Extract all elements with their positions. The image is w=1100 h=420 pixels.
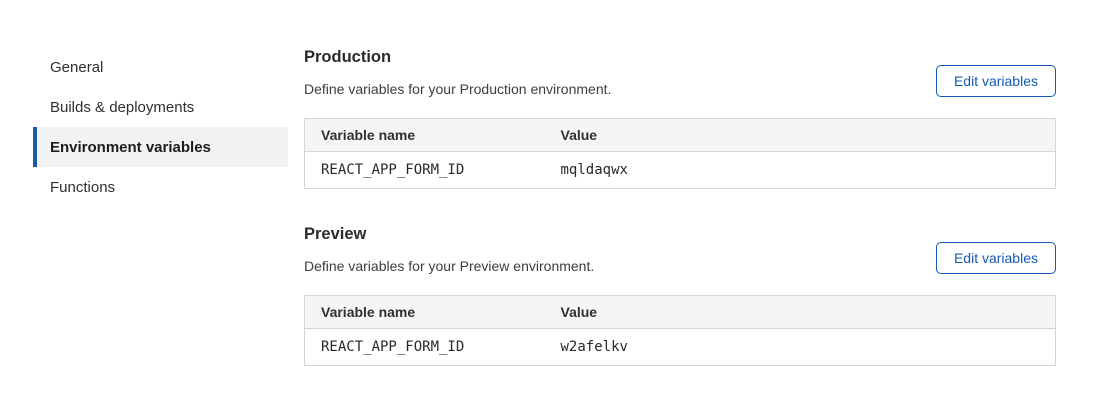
table-header-row: Variable name Value — [305, 295, 1056, 328]
variable-name-cell: REACT_APP_FORM_ID — [305, 151, 545, 188]
variables-table-body: REACT_APP_FORM_ID mqldaqwx — [305, 151, 1056, 188]
production-section: Production Define variables for your Pro… — [304, 48, 1056, 189]
variable-value-cell: w2afelkv — [545, 328, 1056, 365]
sidebar-item-functions[interactable]: Functions — [33, 167, 288, 207]
production-section-header: Production Define variables for your Pro… — [304, 48, 1056, 97]
variable-name-cell: REACT_APP_FORM_ID — [305, 328, 545, 365]
table-header-row: Variable name Value — [305, 118, 1056, 151]
variables-table-head: Variable name Value — [305, 118, 1056, 151]
variables-table: Variable name Value REACT_APP_FORM_ID w2… — [304, 295, 1056, 366]
sidebar-item-label: General — [50, 59, 103, 76]
preview-section-header: Preview Define variables for your Previe… — [304, 225, 1056, 274]
edit-variables-button[interactable]: Edit variables — [936, 65, 1056, 97]
settings-sidebar: General Builds & deployments Environment… — [33, 0, 288, 420]
sidebar-item-environment-variables[interactable]: Environment variables — [33, 127, 288, 167]
settings-page: General Builds & deployments Environment… — [0, 0, 1100, 420]
column-header-variable-name: Variable name — [305, 295, 545, 328]
table-row: REACT_APP_FORM_ID w2afelkv — [305, 328, 1056, 365]
section-description: Define variables for your Production env… — [304, 81, 611, 97]
variables-table-head: Variable name Value — [305, 295, 1056, 328]
environment-variables-content: Production Define variables for your Pro… — [304, 0, 1056, 420]
sidebar-item-label: Environment variables — [50, 139, 211, 156]
sidebar-item-label: Functions — [50, 179, 115, 196]
variables-table-body: REACT_APP_FORM_ID w2afelkv — [305, 328, 1056, 365]
table-row: REACT_APP_FORM_ID mqldaqwx — [305, 151, 1056, 188]
section-description: Define variables for your Preview enviro… — [304, 258, 594, 274]
column-header-value: Value — [545, 295, 1056, 328]
column-header-variable-name: Variable name — [305, 118, 545, 151]
section-title: Preview — [304, 225, 594, 245]
sidebar-item-label: Builds & deployments — [50, 99, 194, 116]
preview-section: Preview Define variables for your Previe… — [304, 225, 1056, 366]
production-section-text: Production Define variables for your Pro… — [304, 48, 611, 97]
edit-variables-button[interactable]: Edit variables — [936, 242, 1056, 274]
column-header-value: Value — [545, 118, 1056, 151]
variables-table: Variable name Value REACT_APP_FORM_ID mq… — [304, 118, 1056, 189]
variable-value-cell: mqldaqwx — [545, 151, 1056, 188]
section-title: Production — [304, 48, 611, 68]
preview-section-text: Preview Define variables for your Previe… — [304, 225, 594, 274]
sidebar-item-builds-deployments[interactable]: Builds & deployments — [33, 87, 288, 127]
sidebar-item-general[interactable]: General — [33, 47, 288, 87]
